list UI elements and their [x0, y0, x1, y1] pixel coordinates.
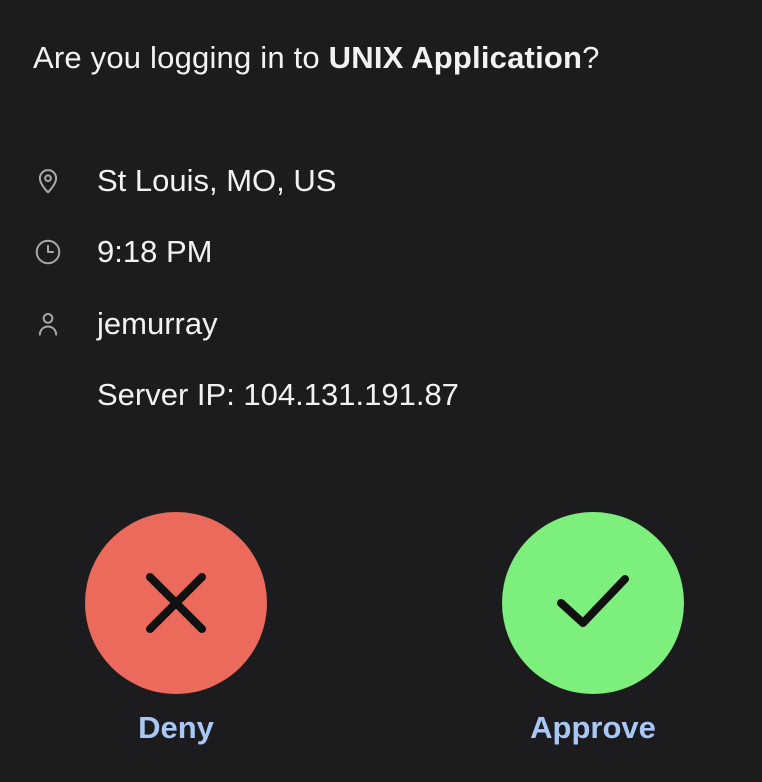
clock-icon	[33, 237, 63, 267]
prompt-suffix: ?	[582, 40, 600, 75]
checkmark-icon	[557, 575, 629, 627]
time-row: 9:18 PM	[33, 230, 212, 274]
approve-label[interactable]: Approve	[473, 710, 713, 746]
username-text: jemurray	[97, 306, 218, 341]
location-row: St Louis, MO, US	[33, 159, 336, 203]
server-row: Server IP: 104.131.191.87	[97, 373, 459, 417]
user-icon	[33, 309, 63, 339]
deny-label[interactable]: Deny	[56, 710, 296, 746]
login-prompt: Are you logging in to UNIX Application?	[33, 40, 600, 76]
x-icon	[146, 573, 206, 633]
user-row: jemurray	[33, 302, 218, 346]
deny-button[interactable]	[85, 512, 267, 694]
prompt-prefix: Are you logging in to	[33, 40, 329, 75]
location-pin-icon	[33, 166, 63, 196]
server-ip-text: Server IP: 104.131.191.87	[97, 377, 459, 412]
time-text: 9:18 PM	[97, 234, 213, 269]
app-name: UNIX Application	[328, 40, 583, 75]
location-text: St Louis, MO, US	[97, 163, 337, 198]
approve-button[interactable]	[502, 512, 684, 694]
